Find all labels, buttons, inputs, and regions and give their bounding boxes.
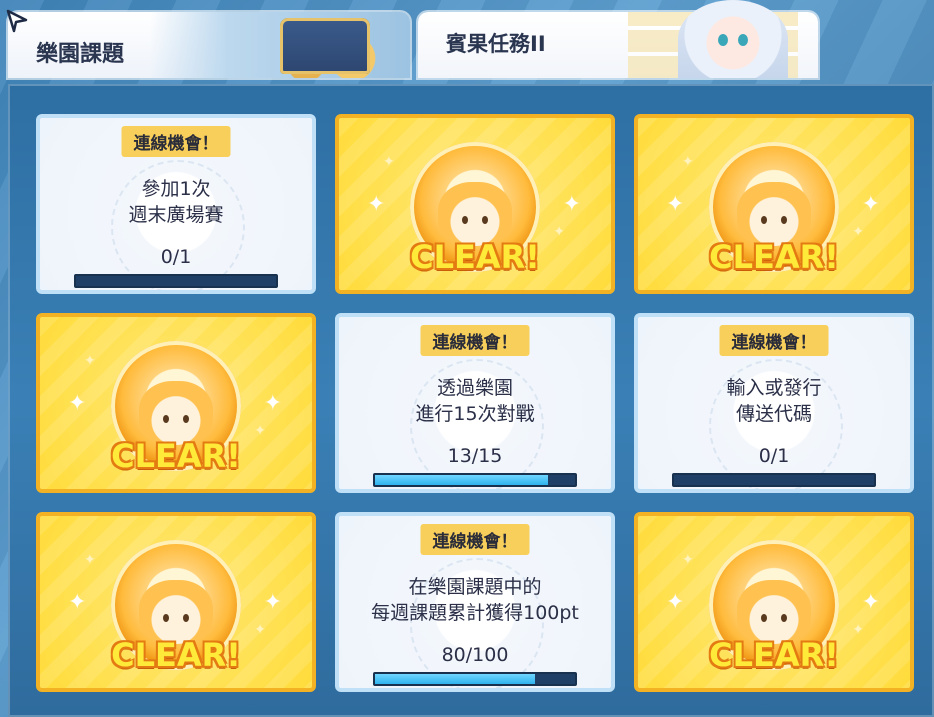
sparkle-icon: ✦: [263, 391, 282, 416]
sparkle-icon: ✦: [562, 192, 581, 217]
progress-count: 80/100: [441, 644, 509, 666]
tab-park-tasks[interactable]: 樂園課題: [8, 12, 410, 78]
task-line-2: 傳送代碼: [735, 403, 812, 425]
sparkle-icon: ✦: [84, 552, 96, 568]
mascot-face: [139, 381, 213, 445]
progress-bar: [74, 274, 278, 288]
clear-label: CLEAR!: [709, 636, 839, 674]
sparkle-icon: ✦: [263, 590, 282, 615]
progress-bar: [373, 473, 577, 487]
chance-badge: 連線機會！: [719, 325, 829, 356]
task-line-1: 參加1次: [141, 178, 211, 200]
task-line-2: 進行15次對戰: [415, 403, 535, 425]
task-description: 在樂園課題中的 每週課題累計獲得100pt: [339, 574, 611, 626]
character-eye-left: [718, 34, 728, 46]
mascot-face: [438, 182, 512, 246]
progress-bar: [373, 672, 577, 686]
chance-badge: 連線機會！: [420, 325, 530, 356]
bingo-card-4[interactable]: ✦ ✦ ✦ ✦ CLEAR!: [36, 313, 316, 493]
chance-badge: 連線機會！: [121, 126, 231, 157]
sparkle-icon: ✦: [367, 192, 386, 217]
mascot-face: [139, 580, 213, 644]
tab-park-tasks-label: 樂園課題: [36, 42, 125, 67]
bingo-card-2[interactable]: ✦ ✦ ✦ ✦ CLEAR!: [335, 114, 615, 294]
task-line-1: 輸入或發行: [726, 377, 822, 399]
sparkle-icon: ✦: [383, 154, 395, 170]
character-eye-right: [738, 34, 748, 46]
chance-badge: 連線機會！: [420, 524, 530, 555]
clear-label: CLEAR!: [709, 238, 839, 276]
progress-bar: [672, 473, 876, 487]
sparkle-icon: ✦: [861, 590, 880, 615]
progress-count: 0/1: [160, 246, 192, 268]
sparkle-icon: ✦: [682, 552, 694, 568]
treasure-chest-icon: [280, 18, 370, 74]
clear-label: CLEAR!: [111, 437, 241, 475]
bingo-card-5[interactable]: 連線機會！ 透過樂園 進行15次對戰 13/15: [335, 313, 615, 493]
sparkle-icon: ✦: [861, 192, 880, 217]
progress-count: 0/1: [758, 445, 790, 467]
sparkle-icon: ✦: [68, 590, 87, 615]
clear-label: CLEAR!: [410, 238, 540, 276]
progress-bar-fill: [375, 475, 549, 485]
task-description: 參加1次 週末廣場賽: [40, 176, 312, 228]
bingo-card-6[interactable]: 連線機會！ 輸入或發行 傳送代碼 0/1: [634, 313, 914, 493]
task-description: 透過樂園 進行15次對戰: [339, 375, 611, 427]
tab-bingo-mission-label: 賓果任務II: [446, 32, 546, 56]
sparkle-icon: ✦: [682, 154, 694, 170]
progress-bar-fill: [375, 674, 535, 684]
task-description: 輸入或發行 傳送代碼: [638, 375, 910, 427]
task-line-2: 每週課題累計獲得100pt: [371, 602, 579, 624]
task-line-1: 在樂園課題中的: [408, 576, 542, 598]
mascot-face: [737, 182, 811, 246]
bingo-card-3[interactable]: ✦ ✦ ✦ ✦ CLEAR!: [634, 114, 914, 294]
bingo-card-9[interactable]: ✦ ✦ ✦ ✦ CLEAR!: [634, 512, 914, 692]
bingo-board-panel: 連線機會！ 參加1次 週末廣場賽 0/1 ✦ ✦ ✦ ✦ CLEAR! ✦ ✦ …: [8, 84, 934, 717]
sparkle-icon: ✦: [666, 590, 685, 615]
mascot-face: [737, 580, 811, 644]
back-arrow-icon[interactable]: [4, 8, 30, 34]
character-portrait: [678, 0, 788, 78]
sparkle-icon: ✦: [68, 391, 87, 416]
bingo-card-1[interactable]: 連線機會！ 參加1次 週末廣場賽 0/1: [36, 114, 316, 294]
clear-label: CLEAR!: [111, 636, 241, 674]
sparkle-icon: ✦: [666, 192, 685, 217]
progress-count: 13/15: [447, 445, 503, 467]
task-line-1: 透過樂園: [436, 377, 513, 399]
bingo-card-8[interactable]: 連線機會！ 在樂園課題中的 每週課題累計獲得100pt 80/100: [335, 512, 615, 692]
bingo-card-7[interactable]: ✦ ✦ ✦ ✦ CLEAR!: [36, 512, 316, 692]
task-line-2: 週末廣場賽: [128, 204, 224, 226]
sparkle-icon: ✦: [84, 353, 96, 369]
